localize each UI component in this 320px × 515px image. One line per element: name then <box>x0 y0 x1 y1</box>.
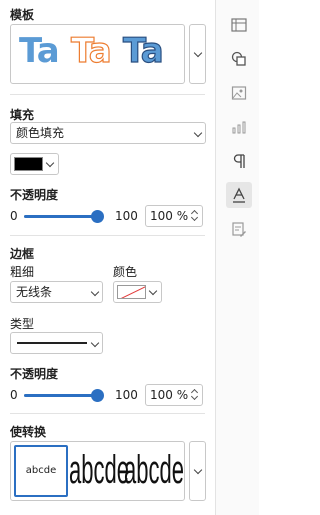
border-color-label: 颜色 <box>113 265 138 279</box>
chevron-down-icon <box>148 286 158 296</box>
chevron-down-icon <box>90 287 100 297</box>
border-weight-label: 粗细 <box>10 265 35 279</box>
table-icon <box>231 18 247 32</box>
border-opacity-max: 100 <box>115 388 138 402</box>
divider <box>10 413 205 414</box>
transform-more-button[interactable] <box>189 441 206 501</box>
divider <box>10 235 205 236</box>
fill-header: 填充 <box>10 108 35 122</box>
border-weight-select[interactable]: 无线条 <box>10 281 103 303</box>
right-settings-bar <box>215 0 259 515</box>
fill-opacity-value: 100 % <box>150 209 189 223</box>
transform-gallery[interactable]: abcde abcde abcde <box>10 441 185 501</box>
fill-opacity-min: 0 <box>10 209 18 223</box>
transform-none-option[interactable]: abcde <box>14 445 68 497</box>
spin-arrows[interactable] <box>190 388 199 402</box>
shape-icon <box>231 51 246 66</box>
table-settings-button[interactable] <box>226 12 252 38</box>
fill-opacity-slider-thumb[interactable] <box>91 210 104 223</box>
template-gallery[interactable]: Ta Ta Ta <box>10 24 185 84</box>
border-opacity-min: 0 <box>10 388 18 402</box>
image-settings-button[interactable] <box>226 80 252 106</box>
border-opacity-slider-thumb[interactable] <box>91 389 104 402</box>
fill-opacity-slider[interactable] <box>24 210 104 223</box>
border-opacity-input[interactable]: 100 % <box>145 384 203 406</box>
border-opacity-header: 不透明度 <box>10 367 59 381</box>
chevron-down-icon <box>193 128 203 138</box>
divider <box>10 94 205 95</box>
fill-color-swatch <box>14 157 43 171</box>
fill-opacity-max: 100 <box>115 209 138 223</box>
template-header: 模板 <box>10 8 35 22</box>
fill-opacity-slider-fill <box>24 215 98 218</box>
template-sample-outlined[interactable]: Ta <box>122 30 164 71</box>
chevron-down-icon <box>45 158 55 168</box>
text-art-settings-panel: 模板 Ta Ta Ta 填充 颜色填充 不透明度 0 100 100 % 边框 … <box>0 0 259 515</box>
fill-opacity-input[interactable]: 100 % <box>145 205 203 227</box>
chart-icon <box>232 121 246 134</box>
transform-stretch-option[interactable]: abcde <box>69 444 129 496</box>
text-art-settings-button[interactable] <box>226 182 252 208</box>
border-header: 边框 <box>10 247 35 261</box>
border-type-label: 类型 <box>10 317 35 331</box>
border-type-select[interactable] <box>10 332 103 354</box>
fill-color-picker[interactable] <box>10 153 59 175</box>
signature-settings-button[interactable] <box>226 216 252 242</box>
signature-icon <box>232 222 246 237</box>
template-sample-blue[interactable]: Ta <box>19 31 60 71</box>
no-color-swatch <box>117 285 146 299</box>
paragraph-settings-button[interactable] <box>226 148 252 174</box>
border-opacity-slider-fill <box>24 394 98 397</box>
text-art-icon <box>233 187 245 203</box>
arrow-down-icon[interactable] <box>190 213 199 222</box>
fill-type-select[interactable]: 颜色填充 <box>10 122 206 144</box>
chevron-down-icon <box>90 338 100 348</box>
border-opacity-value: 100 % <box>150 388 189 402</box>
chart-settings-button[interactable] <box>226 114 252 140</box>
transform-none-label: abcde <box>25 465 57 476</box>
border-color-picker[interactable] <box>113 281 162 303</box>
settings-panel: 模板 Ta Ta Ta 填充 颜色填充 不透明度 0 100 100 % 边框 … <box>0 0 215 515</box>
template-more-button[interactable] <box>189 24 206 84</box>
transform-header: 使转换 <box>10 425 47 439</box>
template-sample-orange[interactable]: Ta <box>70 30 112 71</box>
fill-opacity-header: 不透明度 <box>10 188 59 202</box>
fill-type-value: 颜色填充 <box>16 126 65 140</box>
chevron-down-icon <box>193 465 203 475</box>
paragraph-icon <box>233 154 245 168</box>
spin-arrows[interactable] <box>190 209 199 223</box>
border-opacity-slider[interactable] <box>24 389 104 402</box>
chevron-down-icon <box>193 48 203 58</box>
border-weight-value: 无线条 <box>16 285 53 299</box>
shape-settings-button[interactable] <box>226 46 252 72</box>
transform-wave-option[interactable]: abcde <box>124 444 184 496</box>
line-style-preview <box>17 342 87 344</box>
image-icon <box>231 86 247 100</box>
arrow-down-icon[interactable] <box>190 392 199 401</box>
